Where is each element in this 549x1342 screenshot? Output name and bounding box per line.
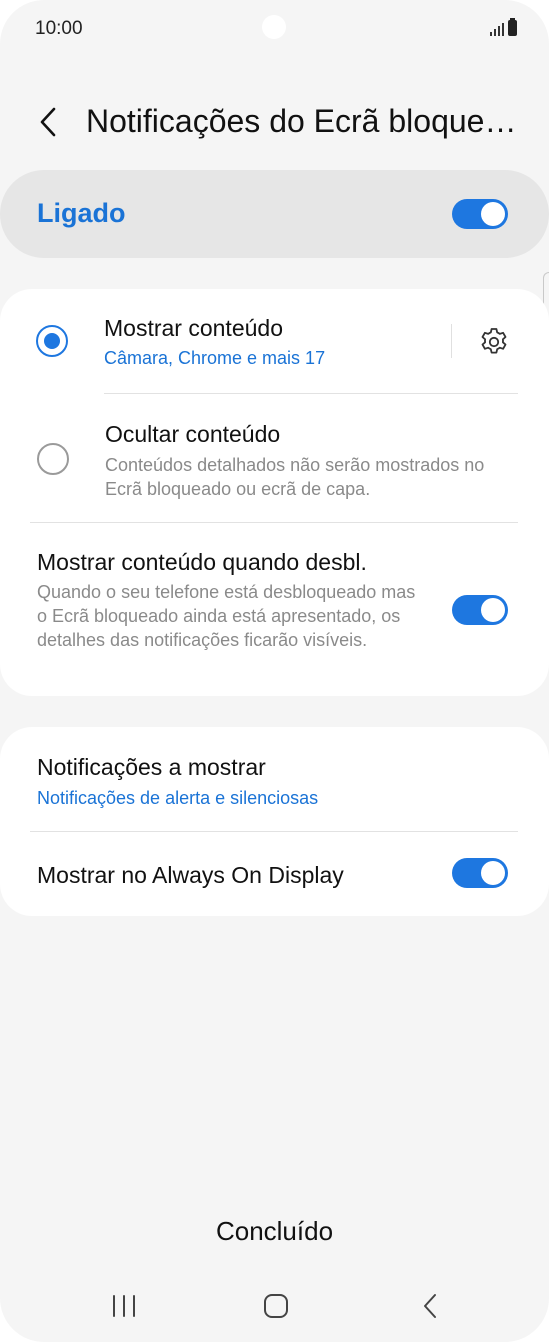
radio-hide-content[interactable] [37, 443, 69, 475]
status-time: 10:00 [35, 18, 83, 39]
vertical-separator [451, 324, 452, 358]
option-title: Mostrar conteúdo [104, 315, 283, 341]
option-subtitle: Câmara, Chrome e mais 17 [104, 348, 326, 368]
back-icon [424, 1294, 436, 1318]
home-icon [264, 1294, 288, 1318]
battery-icon [508, 18, 517, 36]
notifications-to-show-value: Notificações de alerta e silenciosas [37, 788, 319, 808]
option-description: Conteúdos detalhados não serão mostrados… [105, 455, 485, 499]
chevron-left-icon [40, 107, 56, 137]
status-icons [490, 18, 517, 36]
notifications-card: Notificações a mostrar Notificações de a… [0, 727, 549, 916]
always-on-display-toggle[interactable] [452, 858, 508, 888]
done-button[interactable]: Concluído [0, 1216, 549, 1247]
camera-cutout [262, 15, 286, 39]
nav-back-button[interactable] [410, 1288, 450, 1324]
always-on-display-title: Mostrar no Always On Display [37, 862, 344, 888]
divider [104, 393, 518, 394]
master-switch-row[interactable]: Ligado [0, 170, 549, 258]
recent-apps-button[interactable] [104, 1288, 144, 1324]
show-when-unlocked-description: Quando o seu telefone está desbloqueado … [37, 582, 416, 650]
notifications-to-show-title: Notificações a mostrar [37, 754, 266, 780]
signal-icon [490, 22, 504, 36]
show-when-unlocked-title: Mostrar conteúdo quando desbl. [37, 549, 367, 575]
content-options-card: Mostrar conteúdo Câmara, Chrome e mais 1… [0, 289, 549, 696]
gear-icon[interactable] [478, 326, 510, 358]
back-button[interactable] [30, 102, 66, 142]
home-button[interactable] [256, 1288, 296, 1324]
master-toggle[interactable] [452, 199, 508, 229]
phone-screen: 10:00 Notificações do Ecrã bloque… Ligad… [0, 0, 549, 1342]
recent-apps-icon [113, 1295, 135, 1317]
show-when-unlocked-toggle[interactable] [452, 595, 508, 625]
divider [30, 522, 518, 523]
page-title: Notificações do Ecrã bloque… [86, 103, 517, 139]
radio-show-content[interactable] [36, 325, 68, 357]
divider [30, 831, 518, 832]
master-switch-label: Ligado [37, 198, 126, 228]
option-title: Ocultar conteúdo [105, 421, 281, 447]
